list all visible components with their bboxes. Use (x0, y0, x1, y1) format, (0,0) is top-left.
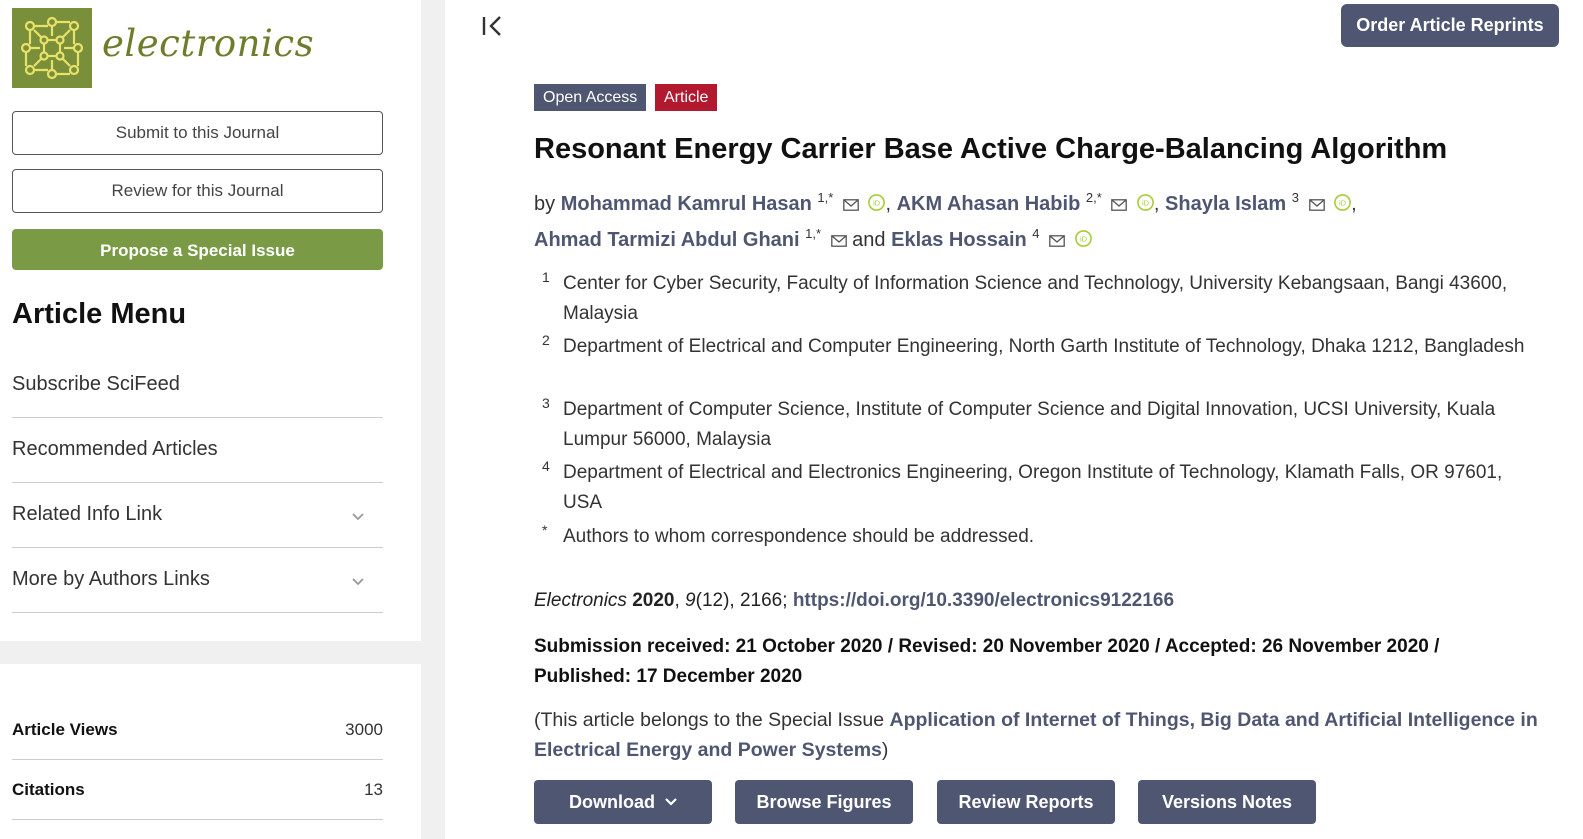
citation-year: 2020 (632, 590, 675, 611)
affiliation-text: Department of Electrical and Electronics… (563, 462, 1503, 513)
affiliation-number: 1 (542, 269, 550, 285)
article-main: Order Article Reprints Open Access Artic… (445, 0, 1583, 839)
submit-to-journal-button[interactable]: Submit to this Journal (12, 111, 383, 155)
affiliation-text: Department of Electrical and Computer En… (563, 336, 1525, 357)
affiliation-number: 2 (542, 332, 550, 348)
affiliation-number: 3 (542, 395, 550, 411)
author-name[interactable]: Shayla Islam (1165, 193, 1286, 215)
menu-item-label: More by Authors Links (12, 568, 210, 590)
publication-dates: Submission received: 21 October 2020 / R… (534, 636, 1440, 687)
svg-text:iD: iD (1339, 199, 1347, 208)
sidebar-panel: electronics Submit to this Journal Revie… (0, 0, 421, 641)
menu-item-related-info-link[interactable]: Related Info Link (12, 483, 383, 548)
orcid-icon[interactable]: iD (1074, 230, 1092, 247)
menu-item-label: Related Info Link (12, 503, 163, 525)
author-list: by Mohammad Kamrul Hasan 1,* iD, AKM Aha… (534, 190, 1357, 251)
affiliation-number: * (542, 522, 548, 538)
journal-logo-icon[interactable] (12, 8, 92, 88)
svg-text:iD: iD (873, 199, 881, 208)
doi-link[interactable]: https://doi.org/10.3390/electronics91221… (793, 590, 1174, 611)
chevron-down-icon (665, 798, 677, 806)
collapse-sidebar-icon[interactable] (481, 14, 507, 38)
menu-item-recommended-articles[interactable]: Recommended Articles (12, 418, 383, 483)
review-for-journal-button[interactable]: Review for this Journal (12, 169, 383, 213)
versions-notes-button[interactable]: Versions Notes (1138, 780, 1316, 824)
email-icon[interactable] (1308, 199, 1325, 211)
email-icon[interactable] (830, 235, 847, 247)
stat-label: Article Views (12, 720, 118, 739)
menu-item-more-by-authors[interactable]: More by Authors Links (12, 548, 383, 613)
email-icon[interactable] (1111, 199, 1128, 211)
citation-line: Electronics 2020, 9(12), 2166; https://d… (534, 590, 1175, 611)
orcid-icon[interactable]: iD (868, 194, 886, 211)
stat-value: 3000 (345, 720, 383, 739)
by-label: by (534, 193, 556, 215)
review-reports-button[interactable]: Review Reports (937, 780, 1115, 824)
chevron-down-icon[interactable] (351, 509, 365, 523)
citation-issue-pages: (12), 2166; (695, 590, 788, 611)
open-access-badge: Open Access (534, 84, 647, 111)
affiliation-text: Authors to whom correspondence should be… (563, 526, 1035, 547)
author-affil-sup: 3 (1291, 190, 1300, 205)
order-reprints-button[interactable]: Order Article Reprints (1341, 4, 1559, 47)
browse-figures-button[interactable]: Browse Figures (735, 780, 913, 824)
article-menu-title: Article Menu (12, 298, 187, 330)
author-affil-sup: 1,* (817, 190, 834, 205)
special-issue-suffix: ) (881, 738, 889, 761)
download-button[interactable]: Download (534, 780, 712, 824)
author-name[interactable]: Ahmad Tarmizi Abdul Ghani (534, 229, 800, 251)
author-name[interactable]: AKM Ahasan Habib (897, 193, 1081, 215)
citations-row: Citations 13 (12, 760, 383, 820)
stat-value[interactable]: 13 (364, 780, 383, 800)
affiliation-number: 4 (542, 458, 550, 474)
and-label: and (852, 229, 886, 251)
propose-special-issue-button[interactable]: Propose a Special Issue (12, 229, 383, 270)
orcid-icon[interactable]: iD (1137, 194, 1154, 211)
author-affil-sup: 2,* (1085, 190, 1102, 205)
article-type-badge: Article (655, 84, 718, 111)
author-affil-sup: 4 (1032, 226, 1040, 241)
orcid-icon[interactable]: iD (1334, 194, 1352, 211)
citation-volume: 9 (685, 590, 696, 611)
article-title: Resonant Energy Carrier Base Active Char… (534, 133, 1448, 165)
menu-item-label: Recommended Articles (12, 438, 218, 460)
article-metrics-panel: Article Views 3000 Citations 13 (0, 664, 421, 839)
download-label: Download (569, 792, 655, 812)
special-issue-note: (This article belongs to the Special Iss… (534, 706, 1564, 765)
journal-name[interactable]: electronics (102, 22, 314, 65)
special-issue-prefix: (This article belongs to the Special Iss… (534, 709, 885, 731)
menu-item-subscribe-scifeed[interactable]: Subscribe SciFeed (12, 353, 383, 418)
sidebar: electronics Submit to this Journal Revie… (0, 0, 421, 839)
author-name[interactable]: Mohammad Kamrul Hasan (561, 193, 812, 215)
citation-journal: Electronics (534, 590, 627, 611)
stat-label: Citations (12, 780, 85, 799)
author-affil-sup: 1,* (805, 226, 822, 241)
email-icon[interactable] (843, 199, 859, 211)
affiliation-text: Center for Cyber Security, Faculty of In… (563, 273, 1508, 324)
email-icon[interactable] (1049, 235, 1065, 247)
author-name[interactable]: Eklas Hossain (891, 229, 1027, 251)
svg-text:iD: iD (1080, 235, 1088, 244)
affiliation-text: Department of Computer Science, Institut… (563, 399, 1496, 450)
chevron-down-icon[interactable] (351, 574, 365, 588)
menu-item-label: Subscribe SciFeed (12, 373, 180, 395)
svg-text:iD: iD (1142, 199, 1150, 208)
article-views-row: Article Views 3000 (12, 700, 383, 760)
